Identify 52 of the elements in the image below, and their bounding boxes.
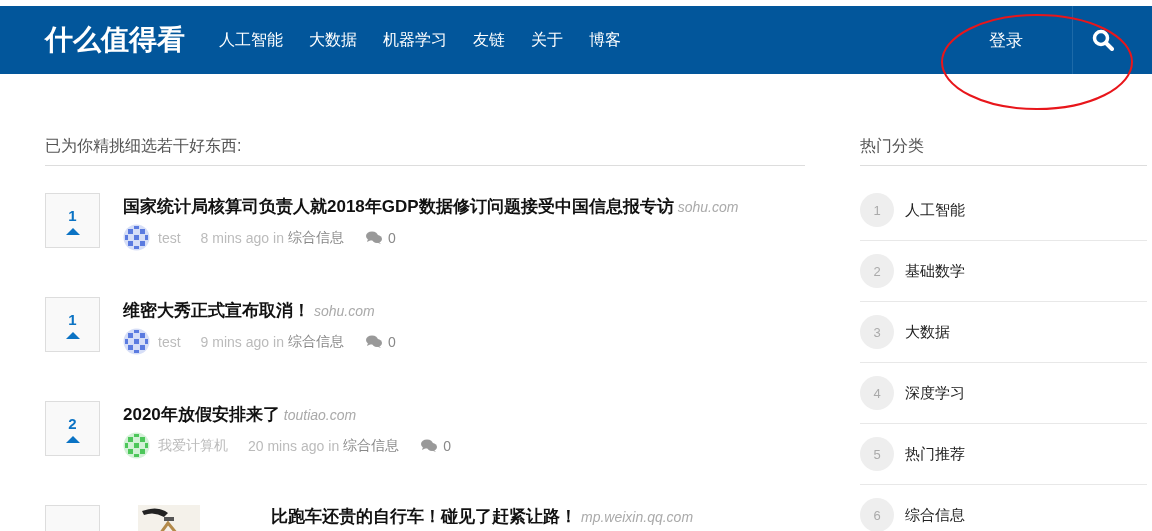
post-title[interactable]: 国家统计局核算司负责人就2018年GDP数据修订问题接受中国信息报专访 [123, 195, 674, 218]
search-icon [1092, 29, 1114, 51]
category-link[interactable]: 综合信息 [287, 332, 344, 351]
source-domain: sohu.com [314, 303, 375, 319]
in-label: in [328, 437, 340, 454]
vote-button[interactable]: 2 [45, 401, 100, 456]
avatar-icon [123, 224, 150, 251]
category-link[interactable]: 综合信息 [343, 436, 400, 455]
in-label: in [273, 229, 284, 246]
nav-link[interactable]: 博客 [589, 29, 621, 51]
avatar-icon [123, 432, 150, 459]
source-domain: toutiao.com [283, 407, 357, 423]
comment-count: 0 [387, 333, 396, 350]
upvote-icon [65, 227, 80, 235]
post-title[interactable]: 维密大秀正式宣布取消！ [123, 299, 310, 322]
vote-button[interactable]: 1 [45, 193, 100, 248]
comment-count: 0 [443, 437, 451, 454]
post-title[interactable]: 比跑车还贵的自行车！碰见了赶紧让路！ [271, 505, 577, 528]
source-domain: mp.weixin.qq.com [581, 509, 694, 525]
category-item[interactable]: 6 综合信息 [860, 485, 1147, 531]
comments-icon [421, 439, 438, 452]
upvote-icon [65, 435, 80, 443]
category-item[interactable]: 3 大数据 [860, 302, 1147, 363]
source-domain: sohu.com [677, 199, 739, 215]
nav-link[interactable]: 大数据 [309, 29, 357, 51]
nav-link[interactable]: 友链 [473, 29, 505, 51]
nav-link[interactable]: 关于 [531, 29, 563, 51]
post-title[interactable]: 2020年放假安排来了 [123, 403, 280, 426]
comment-count: 0 [387, 229, 396, 246]
nav-link[interactable]: 机器学习 [383, 29, 447, 51]
nav-link[interactable]: 人工智能 [219, 29, 283, 51]
site-logo[interactable]: 什么值得看 [45, 21, 185, 59]
category-item[interactable]: 2 基础数学 [860, 241, 1147, 302]
avatar-icon [123, 328, 150, 355]
category-item[interactable]: 5 热门推荐 [860, 424, 1147, 485]
comments-icon [365, 231, 382, 244]
login-button[interactable]: 登录 [939, 6, 1072, 74]
post-time: 20 mins ago [248, 437, 325, 454]
post-time: 8 mins ago [200, 229, 270, 246]
category-item[interactable]: 4 深度学习 [860, 363, 1147, 424]
in-label: in [273, 333, 284, 350]
category-link[interactable]: 综合信息 [287, 228, 344, 247]
sidebar-heading: 热门分类 [860, 136, 1147, 166]
author-name: 我爱计算机 [158, 436, 228, 455]
post-time: 9 mins ago [200, 333, 270, 350]
author-name: test [158, 333, 181, 350]
author-name: test [158, 229, 181, 246]
upvote-icon [65, 331, 80, 339]
vote-button[interactable]: 1 [45, 297, 100, 352]
comments-icon [365, 335, 382, 348]
category-item[interactable]: 1 人工智能 [860, 180, 1147, 241]
section-heading: 已为你精挑细选若干好东西: [45, 136, 805, 166]
